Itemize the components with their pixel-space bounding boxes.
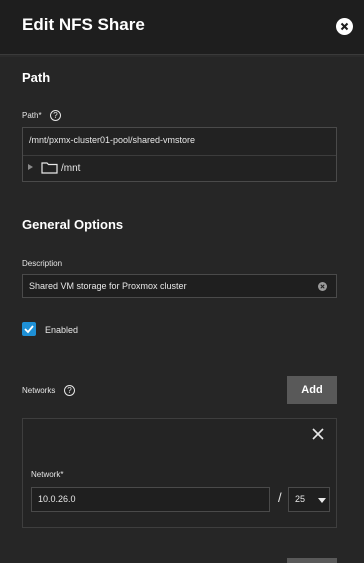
networks-label: Networks [22, 386, 56, 395]
close-icon[interactable] [312, 428, 324, 440]
enabled-checkbox[interactable] [22, 322, 36, 336]
folder-icon [41, 162, 58, 174]
network-address-value: 10.0.26.0 [38, 494, 76, 504]
partial-button [287, 558, 337, 563]
mask-separator: / [278, 490, 282, 505]
description-field[interactable]: Shared VM storage for Proxmox cluster [22, 274, 337, 298]
checkmark-icon [24, 325, 34, 334]
add-network-button[interactable]: Add [287, 376, 337, 404]
chevron-down-icon [318, 498, 326, 503]
general-options-title: General Options [22, 217, 124, 232]
network-label: Network* [31, 470, 64, 479]
close-dialog-icon[interactable] [336, 18, 353, 35]
path-section-title: Path [22, 70, 51, 85]
divider [23, 155, 336, 156]
expand-arrow-icon[interactable] [28, 164, 33, 170]
path-input[interactable]: /mnt/pxmx-cluster01-pool/shared-vmstore [29, 135, 195, 145]
path-explorer: /mnt/pxmx-cluster01-pool/shared-vmstore … [22, 127, 337, 182]
description-value: Shared VM storage for Proxmox cluster [29, 281, 187, 291]
dialog-title: Edit NFS Share [22, 15, 145, 34]
path-label: Path* [22, 111, 42, 120]
netmask-select[interactable]: 25 [288, 487, 330, 512]
tree-item-mnt[interactable]: /mnt [61, 163, 80, 174]
enabled-label: Enabled [45, 325, 79, 335]
path-help-icon[interactable]: ? [50, 110, 61, 121]
network-card: Network* 10.0.26.0 / 25 [22, 418, 337, 528]
dialog-header: Edit NFS Share [0, 0, 364, 55]
network-address-field[interactable]: 10.0.26.0 [31, 487, 270, 512]
clear-icon[interactable] [318, 282, 327, 291]
description-label: Description [22, 259, 63, 268]
netmask-value: 25 [295, 494, 306, 504]
networks-help-icon[interactable]: ? [64, 385, 75, 396]
